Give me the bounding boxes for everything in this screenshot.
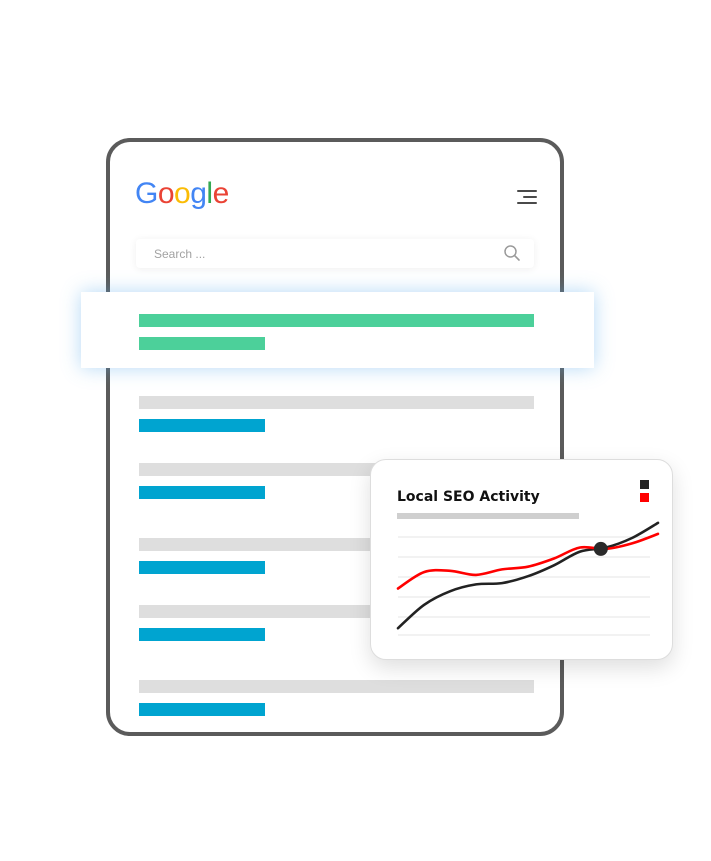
search-placeholder: Search ... — [154, 247, 206, 261]
hamburger-menu-icon[interactable] — [515, 188, 537, 206]
highlighted-result-title[interactable] — [139, 314, 534, 327]
logo-letter: e — [212, 177, 230, 210]
highlighted-result-card[interactable] — [81, 292, 594, 368]
logo-letter: o — [174, 177, 191, 210]
result-title-bar[interactable] — [139, 680, 534, 693]
result-link-bar[interactable] — [139, 561, 265, 574]
result-link-bar[interactable] — [139, 486, 265, 499]
search-input[interactable]: Search ... — [136, 239, 534, 268]
result-link-bar[interactable] — [139, 419, 265, 432]
line-chart — [396, 521, 660, 636]
highlight-point[interactable] — [593, 541, 608, 556]
logo-letter: g — [190, 177, 207, 210]
series-line-0 — [396, 521, 660, 630]
result-title-bar[interactable] — [139, 396, 534, 409]
logo-letter: G — [135, 177, 158, 210]
result-link-bar[interactable] — [139, 628, 265, 641]
seo-activity-card: Local SEO Activity — [370, 459, 673, 660]
magnifier-icon[interactable] — [503, 244, 521, 262]
google-logo[interactable]: Google — [135, 176, 229, 212]
result-link-bar[interactable] — [139, 703, 265, 716]
logo-letter: o — [157, 177, 175, 210]
highlighted-result-link[interactable] — [139, 337, 265, 350]
